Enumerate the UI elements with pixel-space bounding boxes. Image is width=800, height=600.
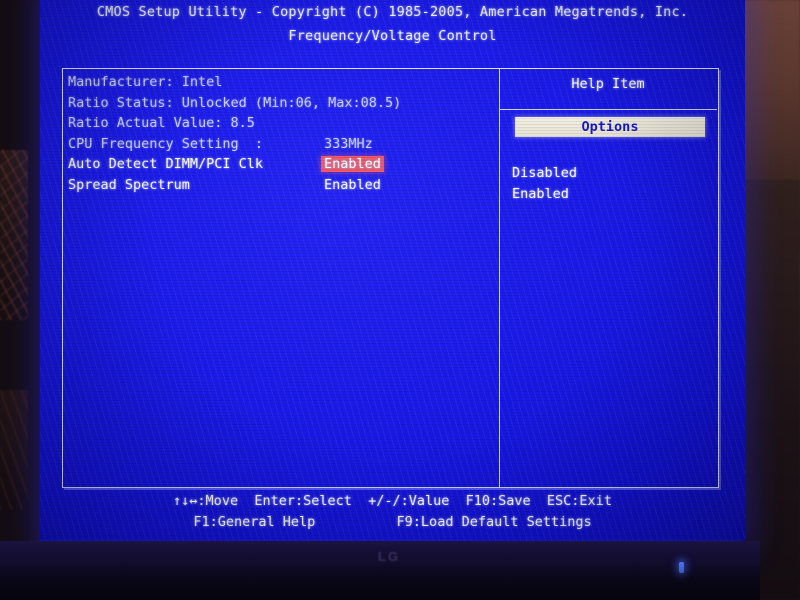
- setting-label: Ratio Status: Unlocked (Min:06, Max:08.5…: [68, 94, 402, 111]
- setting-value[interactable]: Enabled: [324, 175, 381, 195]
- desk-shadow: [0, 560, 760, 600]
- options-bar-label: Options: [515, 117, 705, 137]
- setting-label: Manufacturer: Intel: [68, 74, 223, 90]
- page-title: CMOS Setup Utility - Copyright (C) 1985-…: [96, 4, 689, 20]
- monitor-screen: CMOS Setup Utility - Copyright (C) 1985-…: [40, 0, 745, 542]
- setting-label: Ratio Actual Value: 8.5: [68, 115, 255, 131]
- setting-row[interactable]: CPU Frequency Setting : 333MHz: [68, 134, 488, 155]
- setting-value[interactable]: 333MHz: [324, 134, 373, 154]
- room-photo-background: CMOS Setup Utility - Copyright (C) 1985-…: [0, 0, 800, 600]
- wall-background-right-lower: [742, 180, 800, 600]
- key-hints-line-2: F1:General Help F9:Load Default Settings: [193, 514, 592, 530]
- key-hints-footer: ↑↓↔:Move Enter:Select +/-/:Value F10:Sav…: [40, 491, 745, 533]
- setting-label: CPU Frequency Setting :: [68, 135, 264, 152]
- setting-row[interactable]: Ratio Status: Unlocked (Min:06, Max:08.5…: [68, 93, 488, 114]
- setting-value-selected[interactable]: Enabled: [321, 154, 384, 174]
- setting-label: Auto Detect DIMM/PCI Clk: [68, 156, 264, 172]
- setting-row[interactable]: Manufacturer: Intel: [68, 72, 488, 93]
- bios-setup-utility: CMOS Setup Utility - Copyright (C) 1985-…: [40, 0, 745, 542]
- page-subtitle: Frequency/Voltage Control: [288, 28, 497, 44]
- setting-row[interactable]: Auto Detect DIMM/PCI Clk Enabled: [68, 154, 488, 175]
- option-item[interactable]: Enabled: [512, 184, 712, 205]
- key-hints-line-1: ↑↓↔:Move Enter:Select +/-/:Value F10:Sav…: [173, 493, 612, 509]
- options-list: Disabled Enabled: [512, 163, 712, 204]
- help-header-rule: [500, 109, 717, 110]
- option-item[interactable]: Disabled: [512, 163, 712, 184]
- help-panel-header: Help Item: [571, 76, 645, 92]
- panel-divider: [499, 68, 500, 487]
- selection-highlight: Enabled: [321, 156, 384, 172]
- setting-label: Spread Spectrum: [68, 176, 190, 193]
- setting-row[interactable]: Spread Spectrum Enabled: [68, 175, 488, 196]
- settings-list: Manufacturer: Intel Ratio Status: Unlocke…: [68, 72, 488, 195]
- setting-row[interactable]: Ratio Actual Value: 8.5: [68, 113, 488, 134]
